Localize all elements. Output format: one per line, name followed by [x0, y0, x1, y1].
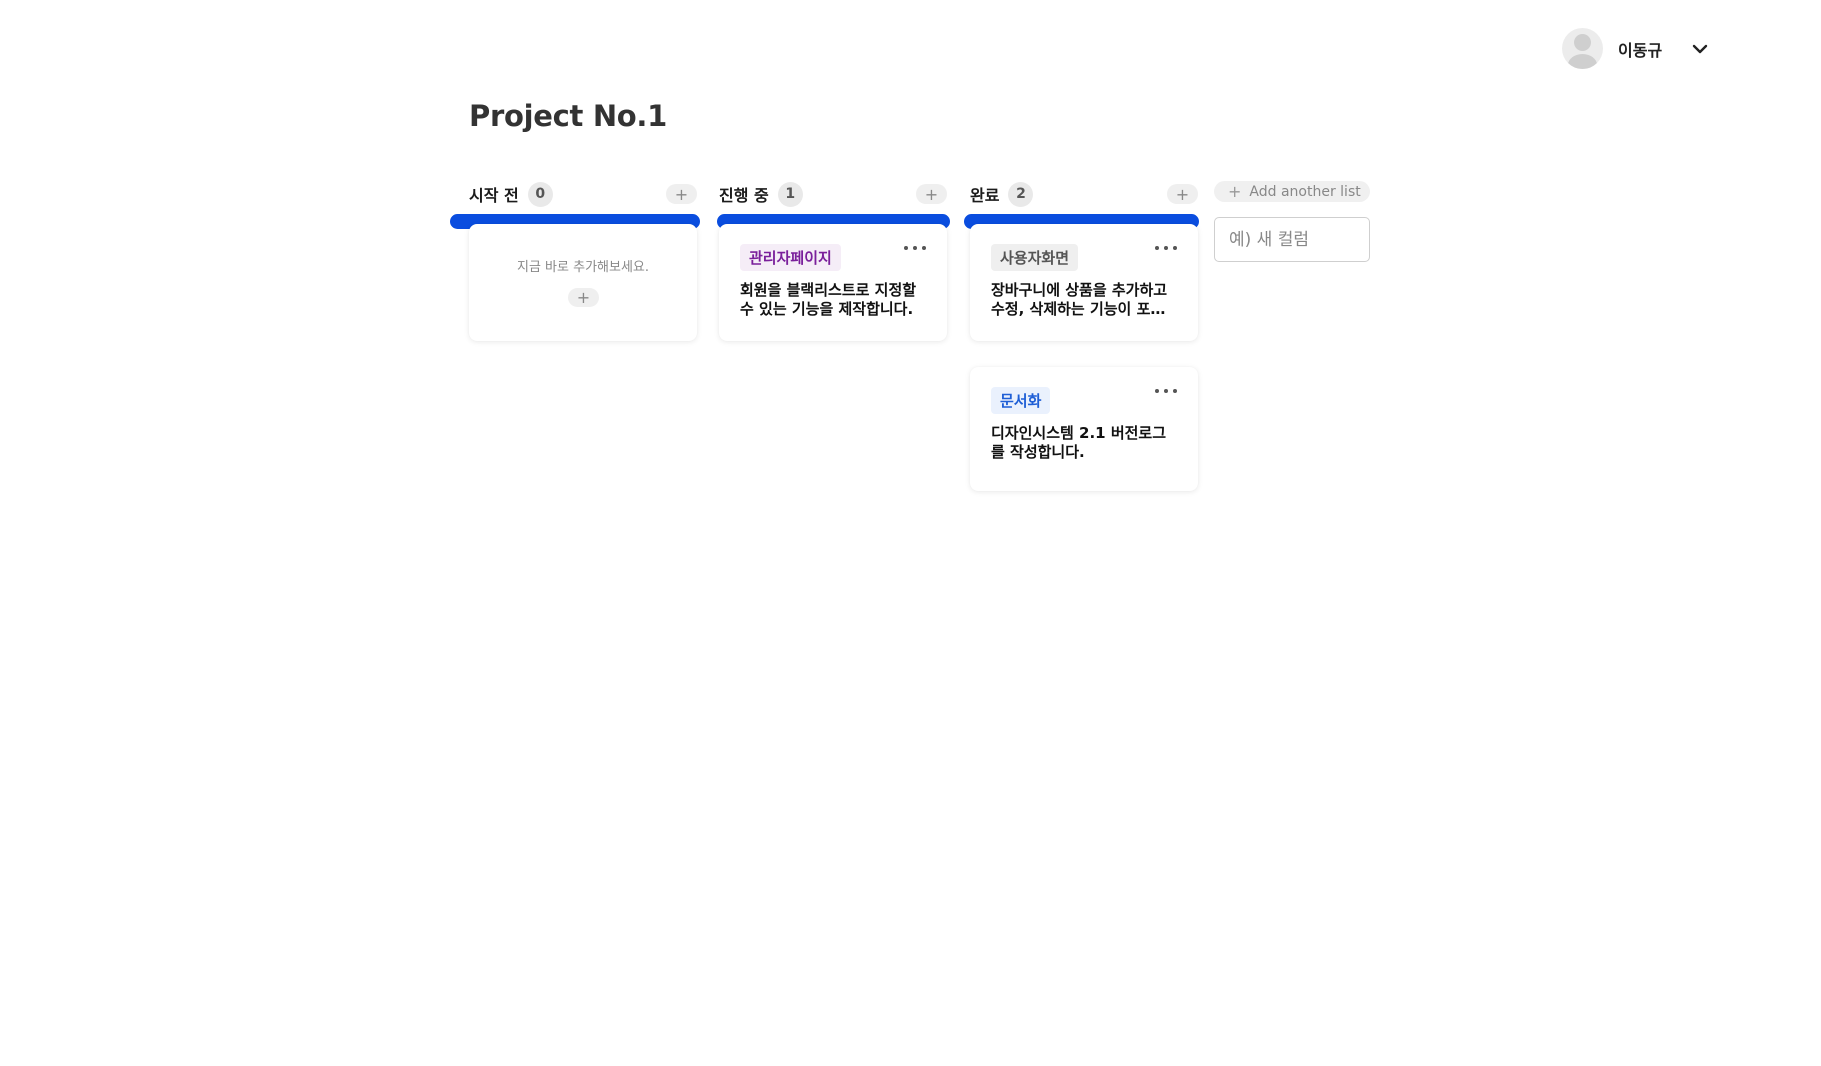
task-card[interactable]: 사용자화면 장바구니에 상품을 추가하고 수정, 삭제하는 기능이 포함됩니다.: [970, 224, 1198, 341]
card-description: 장바구니에 상품을 추가하고 수정, 삭제하는 기능이 포함됩니다.: [991, 281, 1178, 318]
add-card-button[interactable]: +: [666, 184, 697, 204]
card-tag: 사용자화면: [991, 244, 1079, 271]
more-icon[interactable]: [1155, 240, 1177, 256]
empty-message: 지금 바로 추가해보세요.: [517, 260, 649, 275]
add-card-button[interactable]: +: [916, 184, 947, 204]
column-in-progress: 진행 중 1 + 관리자페이지 회원을 블랙리스트로 지정할 수 있는 기능을 …: [717, 180, 950, 341]
count-badge: 1: [777, 181, 803, 207]
avatar-body-shape: [1568, 54, 1597, 69]
card-tag: 관리자페이지: [740, 244, 841, 271]
user-name[interactable]: 이동규: [1618, 37, 1662, 61]
empty-card: 지금 바로 추가해보세요. +: [469, 224, 697, 341]
more-icon[interactable]: [1155, 383, 1177, 399]
user-menu[interactable]: 이동규: [1562, 28, 1710, 69]
column-title: 진행 중: [719, 186, 769, 205]
avatar[interactable]: [1562, 28, 1603, 69]
task-card[interactable]: 관리자페이지 회원을 블랙리스트로 지정할 수 있는 기능을 제작합니다.: [719, 224, 947, 341]
count-badge: 0: [527, 181, 553, 207]
more-icon[interactable]: [904, 240, 926, 256]
column-title: 시작 전: [469, 186, 519, 205]
column-title: 완료: [970, 186, 1000, 205]
card-tag: 문서화: [991, 387, 1051, 414]
plus-icon: +: [1228, 182, 1242, 201]
column-header: 완료 2 +: [970, 180, 1198, 208]
add-list-button[interactable]: + Add another list: [1214, 181, 1370, 202]
column-done: 완료 2 + 사용자화면 장바구니에 상품을 추가하고 수정, 삭제하는 기능이…: [964, 180, 1199, 491]
avatar-head-shape: [1574, 34, 1591, 51]
add-list-label: Add another list: [1249, 183, 1361, 200]
chevron-down-icon[interactable]: [1690, 39, 1710, 59]
column-header: 시작 전 0 +: [469, 180, 697, 208]
column-todo: 시작 전 0 + 지금 바로 추가해보세요. +: [450, 180, 700, 341]
kanban-page: 이동규 Project No.1 시작 전 0 + 지금 바로 추가해보세요. …: [0, 0, 1821, 1066]
new-column-input[interactable]: [1214, 217, 1370, 262]
card-description: 디자인시스템 2.1 버전로그를 작성합니다.: [991, 424, 1167, 461]
task-card[interactable]: 문서화 디자인시스템 2.1 버전로그를 작성합니다.: [970, 367, 1198, 491]
page-title: Project No.1: [469, 99, 668, 133]
empty-add-button[interactable]: +: [568, 288, 599, 307]
card-description: 회원을 블랙리스트로 지정할 수 있는 기능을 제작합니다.: [740, 281, 917, 318]
column-header: 진행 중 1 +: [719, 180, 947, 208]
add-card-button[interactable]: +: [1167, 184, 1198, 204]
count-badge: 2: [1008, 181, 1034, 207]
